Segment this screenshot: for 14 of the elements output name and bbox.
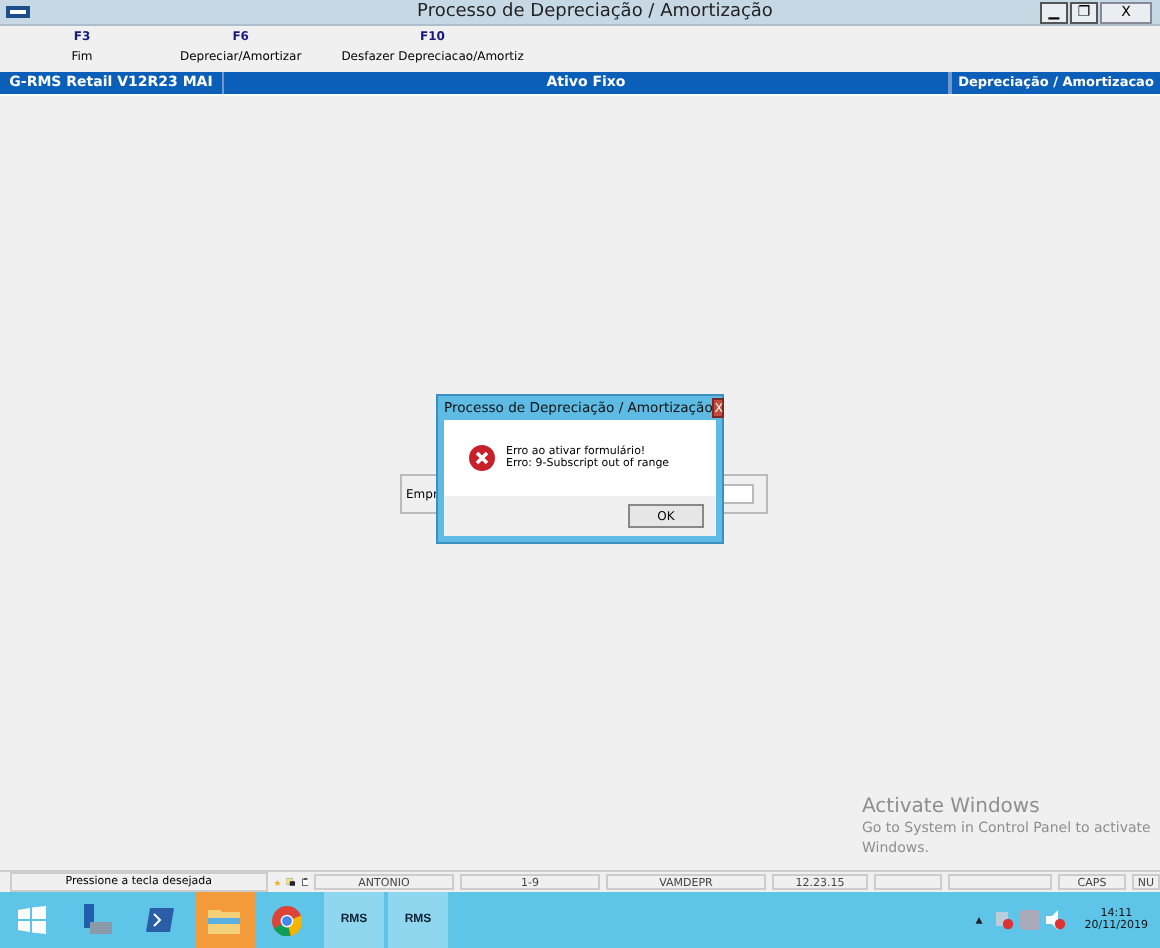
volume-icon[interactable] (1046, 910, 1067, 930)
clipboard-icon (301, 872, 308, 892)
browser-icon (272, 905, 302, 935)
app-icon (6, 6, 30, 18)
printer-icon (286, 872, 296, 892)
windows-logo-icon (17, 906, 45, 934)
folder-icon (207, 906, 239, 934)
window-title: Processo de Depreciação / Amortização (415, 2, 775, 22)
terminal-icon (145, 908, 173, 932)
error-icon (468, 444, 496, 472)
taskbar-button[interactable] (196, 892, 256, 948)
activation-title: Activate Windows (862, 796, 1042, 818)
server-icon (79, 904, 111, 936)
network-icon[interactable] (994, 910, 1015, 930)
